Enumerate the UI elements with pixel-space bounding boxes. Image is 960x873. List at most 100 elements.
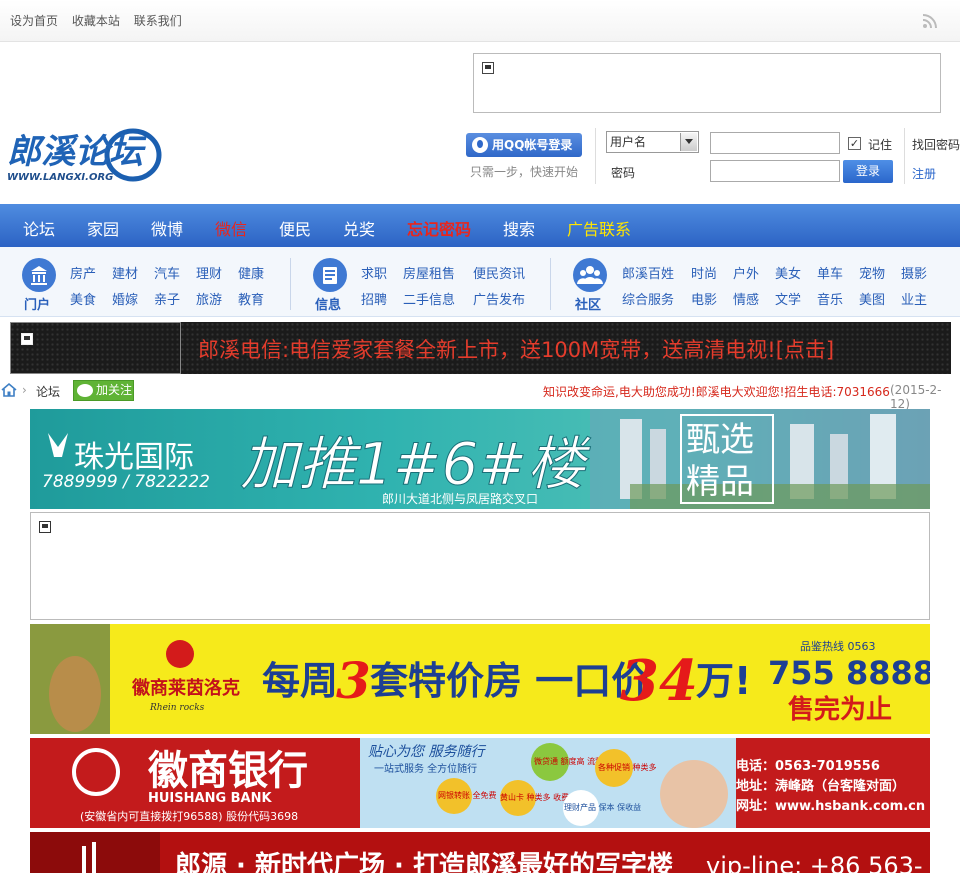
nav-item-weibo[interactable]: 微博 — [151, 216, 183, 240]
portal-icon[interactable] — [22, 258, 56, 292]
zhuguang-tag2: 精品 — [686, 462, 754, 502]
community-link[interactable]: 音乐 — [817, 289, 843, 308]
login-button[interactable]: 登录 — [843, 160, 893, 183]
laiyin-text2: 套特价房 一口价 — [370, 659, 649, 703]
username-input[interactable] — [710, 132, 840, 154]
community-label[interactable]: 社区 — [575, 294, 601, 313]
ad-banner-laiyin[interactable]: 徽商莱茵洛克 Rhein rocks 每周 3 套特价房 一口价 34 万! 品… — [30, 624, 930, 734]
community-link[interactable]: 美女 — [775, 263, 801, 282]
nav-item-home[interactable]: 家园 — [87, 216, 119, 240]
follow-wechat-button[interactable]: 加关注 — [73, 380, 134, 401]
bank-bubble: 各种促销 种类多 — [598, 762, 657, 772]
banner-art: 珠光国际 7889999 / 7822222 加推1#6#楼 甄选 精品 郎川大… — [42, 409, 930, 509]
info-link[interactable]: 广告发布 — [473, 289, 525, 308]
community-link[interactable]: 时尚 — [691, 263, 717, 282]
portal-link[interactable]: 美食 — [70, 289, 96, 308]
follow-label: 加关注 — [96, 383, 133, 397]
community-link[interactable]: 美图 — [859, 289, 885, 308]
breadcrumb-forum[interactable]: 论坛 — [36, 383, 60, 400]
select-value: 用户名 — [610, 135, 647, 149]
nav-item-services[interactable]: 便民 — [279, 216, 311, 240]
qq-login-subtext: 只需一步，快速开始 — [470, 165, 579, 179]
chevron-down-icon — [680, 133, 697, 151]
plugin-placeholder-icon — [39, 521, 51, 533]
home-icon[interactable] — [1, 382, 17, 398]
led-ticker-banner[interactable]: 郎溪电信:电信爱家套餐全新上市，送100M宽带，送高清电视![点击] — [10, 322, 951, 374]
nav-item-forgot-password[interactable]: 忘记密码 — [407, 216, 471, 240]
rss-icon[interactable] — [922, 13, 938, 29]
ticker-text[interactable]: 郎溪电信:电信爱家套餐全新上市，送100M宽带，送高清电视![点击] — [198, 334, 834, 364]
community-link[interactable]: 情感 — [733, 289, 759, 308]
laiyin-phone: 755 8888 — [768, 654, 930, 692]
info-link[interactable]: 房屋租售 — [403, 263, 455, 282]
banner-art: 徽商莱茵洛克 Rhein rocks 每周 3 套特价房 一口价 34 万! 品… — [30, 624, 930, 734]
laiyin-text3: 万! — [696, 659, 751, 703]
top-bar: 设为首页 收藏本站 联系我们 — [0, 0, 960, 42]
community-link[interactable]: 综合服务 — [622, 289, 674, 308]
bank-bubble: 网银转账 全免费 — [438, 790, 497, 800]
community-link[interactable]: 文学 — [775, 289, 801, 308]
divider — [904, 128, 905, 184]
scrolling-notice[interactable]: 知识改变命运,电大助您成功!郎溪电大欢迎您!招生电话:7031666 — [543, 383, 890, 400]
bank-name-cn: 徽商银行 — [147, 747, 308, 794]
zhuguang-brand: 珠光国际 — [74, 440, 194, 475]
community-link[interactable]: 业主 — [901, 289, 927, 308]
top-links: 设为首页 收藏本站 联系我们 — [10, 12, 192, 29]
set-homepage-link[interactable]: 设为首页 — [10, 14, 58, 28]
register-link[interactable]: 注册 — [912, 165, 936, 182]
forgot-password-link[interactable]: 找回密码 — [912, 136, 960, 153]
nav-item-search[interactable]: 搜索 — [503, 216, 535, 240]
info-link[interactable]: 二手信息 — [403, 289, 455, 308]
portal-link[interactable]: 房产 — [70, 263, 96, 282]
laiyin-hotline-label: 品鉴热线 0563 — [800, 639, 876, 653]
contact-link[interactable]: 联系我们 — [134, 14, 182, 28]
qq-login-button[interactable]: 用QQ帐号登录 — [466, 133, 582, 157]
portal-link[interactable]: 健康 — [238, 263, 264, 282]
portal-link[interactable]: 婚嫁 — [112, 289, 138, 308]
nav-item-wechat[interactable]: 微信 — [215, 216, 247, 240]
bank-web: 网址：www.hsbank.com.cn — [736, 798, 925, 814]
laiyin-num2: 34 — [620, 648, 698, 714]
info-icon[interactable] — [313, 258, 347, 292]
info-label[interactable]: 信息 — [315, 294, 341, 313]
ad-banner-langyuan[interactable]: 郎源 · 新时代广场 · 打造郎溪最好的写字楼 vip-line: +86 56… — [30, 832, 930, 873]
langyuan-vip: vip-line: +86 563- — [706, 852, 923, 873]
langyuan-text: 郎源 · 新时代广场 · 打造郎溪最好的写字楼 — [175, 850, 673, 873]
info-link[interactable]: 便民资讯 — [473, 263, 525, 282]
site-logo[interactable]: 郎溪论坛 WWW.LANGXI.ORG — [5, 125, 205, 187]
bank-slogan: 贴心为您 服务随行 — [368, 744, 486, 760]
community-link[interactable]: 户外 — [733, 263, 759, 282]
bank-name-en: HUISHANG BANK — [148, 791, 273, 806]
community-link[interactable]: 摄影 — [901, 263, 927, 282]
community-link[interactable]: 郎溪百姓 — [622, 263, 674, 282]
remember-checkbox[interactable]: ✓ — [848, 137, 861, 150]
nav-item-redeem[interactable]: 兑奖 — [343, 216, 375, 240]
info-link[interactable]: 招聘 — [361, 289, 387, 308]
ad-banner-huishang-bank[interactable]: 徽商银行 HUISHANG BANK (安徽省内可直接拨打96588) 股份代码… — [30, 738, 930, 828]
portal-link[interactable]: 旅游 — [196, 289, 222, 308]
portal-link[interactable]: 理财 — [196, 263, 222, 282]
divider — [550, 258, 551, 310]
logo-text: 郎溪论坛 — [7, 132, 147, 172]
bookmark-link[interactable]: 收藏本站 — [72, 14, 120, 28]
nav-item-ad-contact[interactable]: 广告联系 — [567, 216, 631, 240]
plugin-placeholder-icon — [21, 333, 33, 345]
community-link[interactable]: 电影 — [691, 289, 717, 308]
portal-link[interactable]: 建材 — [112, 263, 138, 282]
community-link[interactable]: 单车 — [817, 263, 843, 282]
ad-banner-empty-slot[interactable] — [30, 512, 930, 620]
ad-banner-zhuguang[interactable]: 珠光国际 7889999 / 7822222 加推1#6#楼 甄选 精品 郎川大… — [30, 409, 930, 509]
nav-item-forum[interactable]: 论坛 — [23, 216, 55, 240]
community-icon[interactable] — [573, 258, 607, 292]
portal-label[interactable]: 门户 — [24, 294, 50, 313]
password-input[interactable] — [710, 160, 840, 182]
community-link[interactable]: 宠物 — [859, 263, 885, 282]
portal-link[interactable]: 教育 — [238, 289, 264, 308]
info-link[interactable]: 求职 — [361, 263, 387, 282]
logo-url: WWW.LANGXI.ORG — [7, 172, 113, 183]
username-type-select[interactable]: 用户名 — [606, 131, 699, 153]
header-ad-slot[interactable] — [473, 53, 941, 113]
portal-link[interactable]: 汽车 — [154, 263, 180, 282]
banner-art: 郎源 · 新时代广场 · 打造郎溪最好的写字楼 vip-line: +86 56… — [30, 832, 923, 873]
portal-link[interactable]: 亲子 — [154, 289, 180, 308]
